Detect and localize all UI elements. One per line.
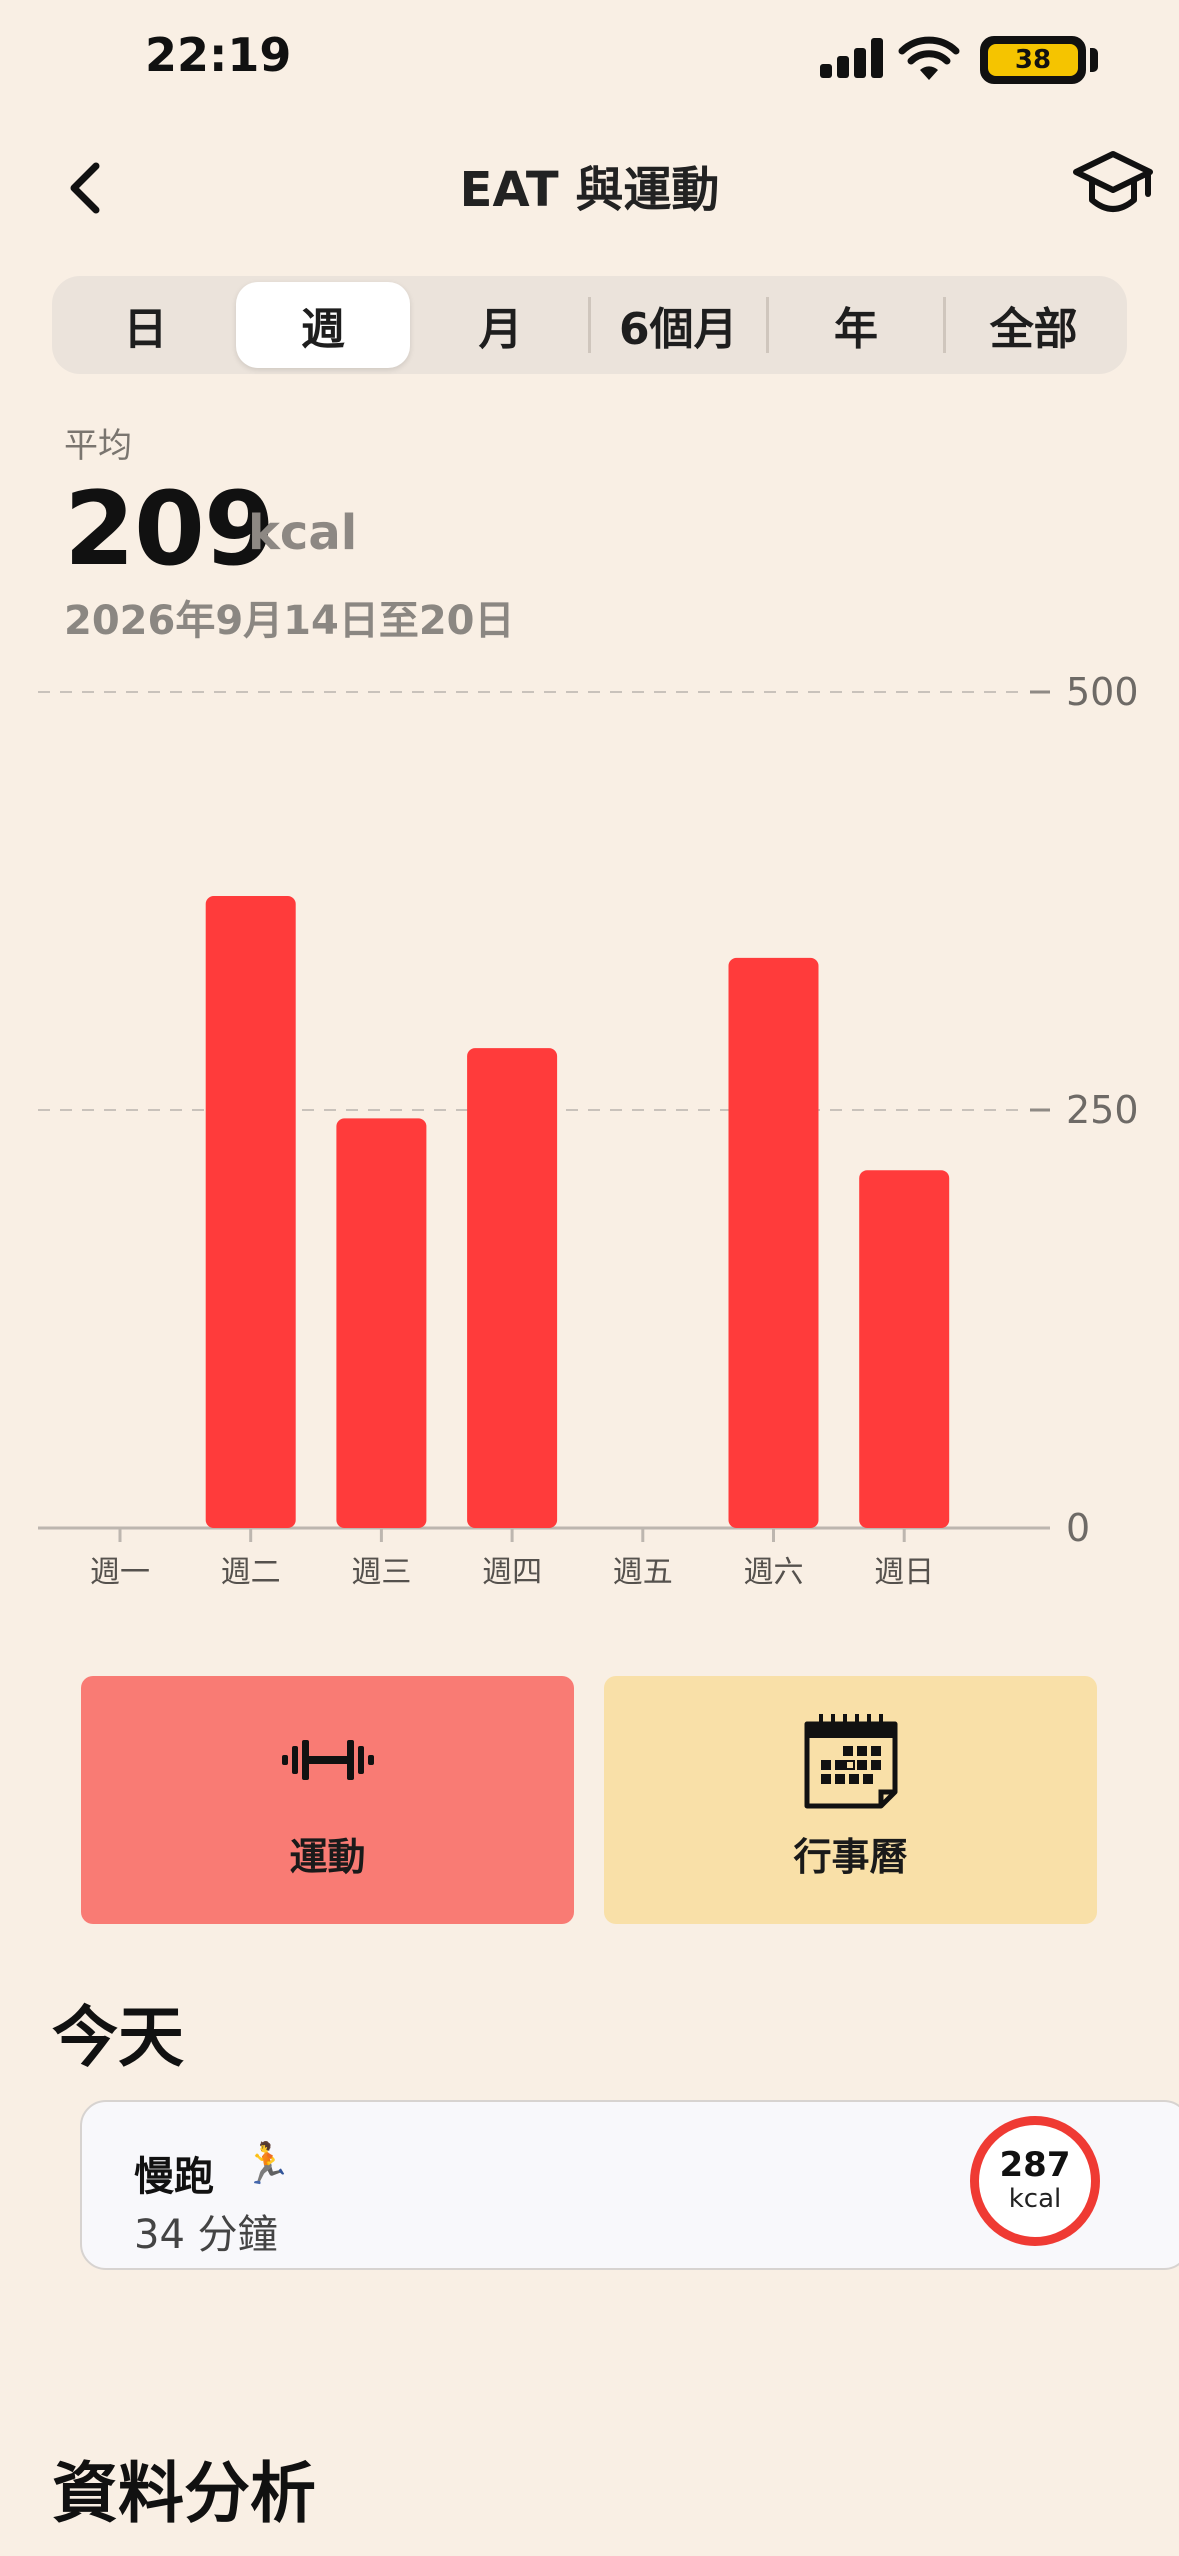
- y-tick-label: 0: [1066, 1506, 1090, 1550]
- calendar-button[interactable]: 行事曆: [604, 1676, 1097, 1924]
- x-tick-label: 週三: [351, 1555, 411, 1590]
- kcal-value: 287: [999, 2144, 1071, 2185]
- page-title: EAT 與運動: [459, 162, 720, 218]
- exercise-button[interactable]: 運動: [81, 1676, 574, 1924]
- segment-month[interactable]: 月: [413, 282, 588, 368]
- bar-週二[interactable]: [205, 895, 296, 1528]
- date-range: 2026年9月14日至20日: [64, 598, 515, 644]
- bar-週六[interactable]: [728, 957, 819, 1528]
- bar-週日[interactable]: [859, 1170, 950, 1528]
- exercise-label: 運動: [289, 1834, 366, 1879]
- segment-year[interactable]: 年: [769, 282, 944, 368]
- segment-all[interactable]: 全部: [946, 282, 1121, 368]
- wifi-icon: [898, 36, 960, 80]
- average-unit: kcal: [248, 505, 358, 561]
- calendar-icon: [804, 1713, 897, 1808]
- x-tick-label: 週四: [482, 1555, 542, 1590]
- bar-週三[interactable]: [336, 1118, 427, 1528]
- weekly-energy-bar-chart: 0 250 500 週一 週二 週三 週四 週五 週六 週日: [38, 670, 1139, 1590]
- kcal-ring: 287 kcal: [970, 2116, 1100, 2246]
- average-value: 209: [64, 470, 275, 589]
- bar-週四[interactable]: [467, 1048, 558, 1528]
- dumbbell-icon: [281, 1739, 374, 1780]
- activity-name: 慢跑: [134, 2154, 214, 2200]
- x-tick-label: 週五: [613, 1555, 673, 1590]
- activity-duration: 34 分鐘: [134, 2212, 278, 2258]
- graduation-cap-icon[interactable]: [1072, 148, 1154, 220]
- analysis-title: 資料分析: [52, 2455, 316, 2532]
- battery-icon: 38: [980, 36, 1086, 84]
- x-tick-label: 週一: [90, 1555, 150, 1590]
- x-tick-label: 週日: [874, 1555, 934, 1590]
- kcal-unit: kcal: [1008, 2184, 1062, 2215]
- segment-6-months[interactable]: 6個月: [591, 282, 766, 368]
- x-tick-label: 週六: [744, 1555, 804, 1590]
- segment-week[interactable]: 週: [235, 282, 411, 368]
- average-label: 平均: [64, 426, 132, 466]
- y-tick-label: 250: [1066, 1088, 1139, 1132]
- calendar-label: 行事曆: [793, 1834, 908, 1879]
- x-tick-label: 週二: [221, 1555, 281, 1590]
- period-segmented-control: 日 週 月 6個月 年 全部: [52, 276, 1127, 374]
- activity-card[interactable]: 慢跑 🏃 34 分鐘 287 kcal: [80, 2100, 1179, 2270]
- segment-day[interactable]: 日: [58, 282, 233, 368]
- y-tick-label: 500: [1066, 670, 1139, 714]
- battery-level: 38: [988, 44, 1078, 76]
- today-title: 今天: [52, 1999, 184, 2076]
- cellular-signal-icon: [820, 38, 884, 78]
- running-icon: 🏃: [242, 2141, 292, 2187]
- battery-cap: [1090, 48, 1098, 72]
- status-time: 22:19: [145, 28, 292, 82]
